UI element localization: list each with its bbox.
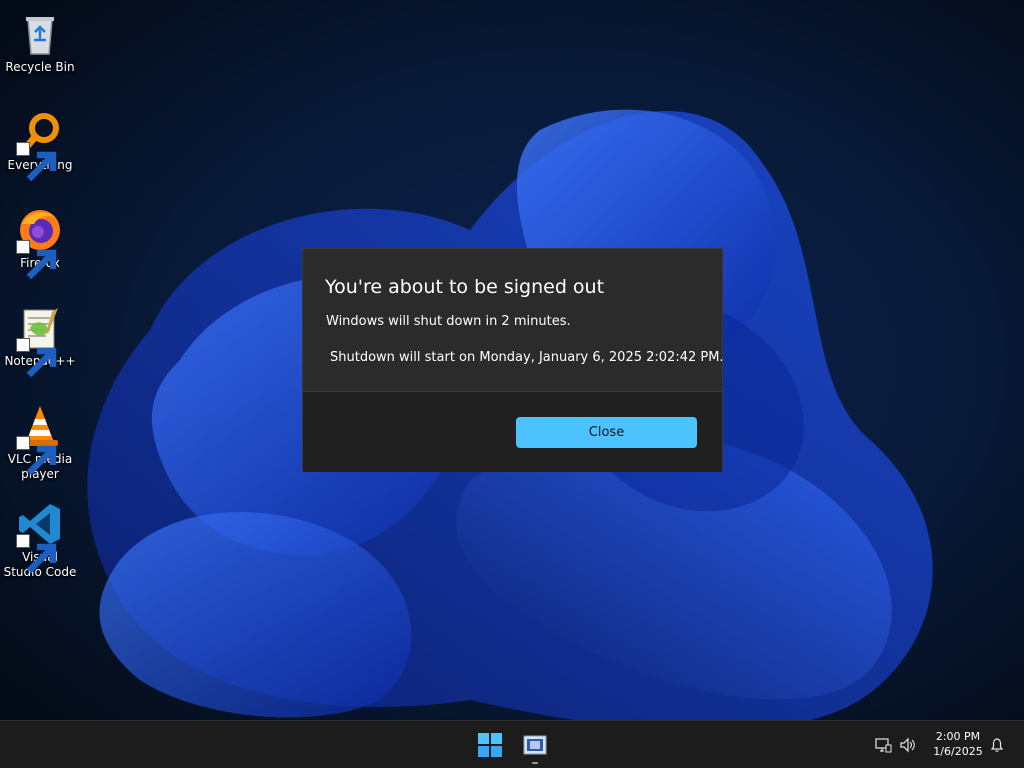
shortcut-arrow-icon: [16, 240, 57, 280]
clock-time: 2:00 PM: [935, 730, 981, 743]
sign-out-dialog: You're about to be signed out Windows wi…: [302, 248, 724, 472]
recycle-bin-icon: [16, 10, 64, 58]
vscode-icon: [16, 500, 64, 574]
dialog-footer: Close: [303, 391, 722, 472]
firefox-icon: [16, 206, 64, 280]
desktop-icon-notepadpp[interactable]: Notepad++: [2, 298, 78, 388]
windows-start-icon: [478, 733, 502, 757]
desktop-icon-vlc[interactable]: VLC media player: [2, 396, 78, 486]
taskbar-app-button[interactable]: [521, 731, 549, 759]
desktop-icon-label: Recycle Bin: [5, 60, 75, 74]
running-indicator: [532, 762, 538, 764]
dialog-title: You're about to be signed out: [325, 276, 605, 298]
shortcut-arrow-icon: [16, 436, 57, 476]
desktop-icon-vscode[interactable]: Visual Studio Code: [2, 494, 78, 584]
desktop-icon-recycle-bin[interactable]: Recycle Bin: [2, 4, 78, 94]
clock-date: 1/6/2025: [933, 745, 983, 758]
shortcut-arrow-icon: [16, 338, 57, 378]
everything-search-icon: [16, 108, 64, 182]
shortcut-arrow-icon: [16, 142, 57, 182]
start-button[interactable]: [476, 731, 504, 759]
taskbar: 2:00 PM 1/6/2025: [0, 720, 1024, 768]
bell-icon[interactable]: [988, 737, 1006, 753]
clock[interactable]: 2:00 PM 1/6/2025: [924, 729, 992, 759]
dialog-detail: Shutdown will start on Monday, January 6…: [330, 350, 724, 365]
notepad-plus-plus-icon: [16, 304, 64, 378]
network-icon[interactable]: [874, 737, 892, 753]
volume-icon[interactable]: [899, 737, 917, 753]
vlc-icon: [16, 402, 64, 476]
desktop-icon-firefox[interactable]: Firefox: [2, 200, 78, 290]
desktop-icon-everything[interactable]: Everything: [2, 102, 78, 192]
close-button[interactable]: Close: [516, 417, 697, 448]
app-window-icon: [523, 735, 547, 755]
shortcut-arrow-icon: [16, 534, 57, 574]
dialog-message: Windows will shut down in 2 minutes.: [326, 314, 571, 329]
